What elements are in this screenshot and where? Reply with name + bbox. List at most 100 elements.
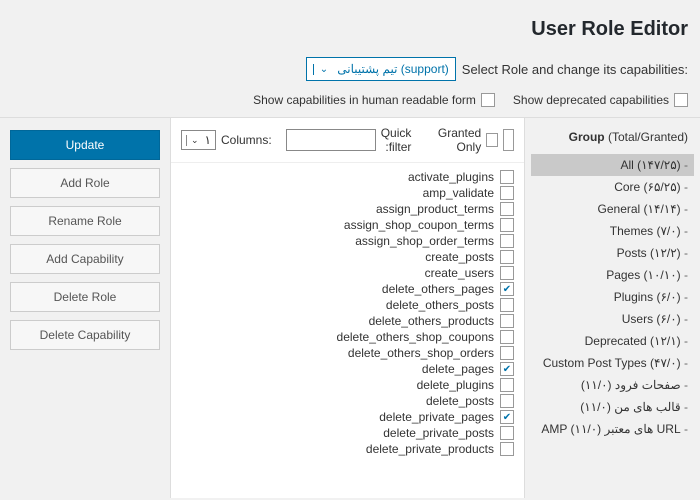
capability-row: delete_others_shop_orders [181,345,514,361]
delete-capability-button[interactable]: Delete Capability [10,320,160,350]
capability-row: create_users [181,265,514,281]
capability-label: delete_others_pages [382,282,494,296]
capability-label: delete_others_shop_coupons [337,330,494,344]
capability-label: delete_posts [426,394,494,408]
quick-filter-input[interactable] [286,129,376,151]
capability-row: create_posts [181,249,514,265]
capability-row: assign_shop_order_terms [181,233,514,249]
group-item[interactable]: Plugins (۶/۰) - [531,286,694,308]
group-item[interactable]: Users (۶/۰) - [531,308,694,330]
capability-checkbox[interactable]: ✔ [500,410,514,424]
page-title: User Role Editor [12,18,688,41]
capability-row: delete_others_posts [181,297,514,313]
capability-checkbox[interactable] [500,266,514,280]
group-item[interactable]: - صفحات فرود (۱۱/۰) [531,374,694,396]
capability-checkbox[interactable] [500,314,514,328]
group-item[interactable]: Themes (۷/۰) - [531,220,694,242]
capability-label: delete_others_posts [386,298,494,312]
group-item[interactable]: General (۱۴/۱۴) - [531,198,694,220]
quick-filter-label: Quick filter: [381,126,412,154]
capability-row: delete_posts [181,393,514,409]
capability-label: assign_shop_order_terms [355,234,494,248]
capability-label: delete_private_posts [383,426,494,440]
select-role-label: :Select Role and change its capabilities [462,62,688,77]
group-item[interactable]: Posts (۱۲/۲) - [531,242,694,264]
granted-only-toggle[interactable]: Granted Only [425,126,514,154]
capability-checkbox[interactable] [500,346,514,360]
capability-checkbox[interactable] [500,394,514,408]
capability-label: assign_product_terms [376,202,494,216]
quick-filter: Quick filter: [286,126,412,154]
capability-row: assign_product_terms [181,201,514,217]
capability-row: delete_private_posts [181,425,514,441]
capability-label: amp_validate [423,186,494,200]
group-list: All (۱۴۷/۲۵) -Core (۶۵/۲۵) -General (۱۴/… [531,154,694,440]
capability-checkbox[interactable] [500,250,514,264]
capability-label: delete_private_pages [379,410,494,424]
group-item[interactable]: Deprecated (۱۲/۱) - [531,330,694,352]
capability-row: delete_plugins [181,377,514,393]
group-item[interactable]: - URL های معتبر AMP (۱۱/۰) [531,418,694,440]
deprecated-label: Show deprecated capabilities [513,93,669,107]
columns-select[interactable]: ⌄ ۱ [181,130,216,150]
capability-row: amp_validate [181,185,514,201]
capability-checkbox[interactable] [500,218,514,232]
capability-checkbox[interactable] [500,234,514,248]
capability-label: delete_private_products [366,442,494,456]
actions-column: Update Add Role Rename Role Add Capabili… [0,118,170,498]
group-item[interactable]: Custom Post Types (۴۷/۰) - [531,352,694,374]
role-select[interactable]: ⌄ تیم پشتیبانی (support) [306,57,456,81]
role-select-row: :Select Role and change its capabilities… [0,51,700,87]
capability-label: create_users [425,266,494,280]
deprecated-checkbox[interactable] [674,93,688,107]
capability-checkbox[interactable] [500,378,514,392]
human-readable-option[interactable]: Show capabilities in human readable form [253,93,495,107]
capability-checkbox[interactable] [500,330,514,344]
content: Group (Total/Granted) All (۱۴۷/۲۵) -Core… [0,118,700,498]
capability-checkbox[interactable]: ✔ [500,282,514,296]
chevron-down-icon: ⌄ [313,64,328,75]
role-select-value: تیم پشتیبانی (support) [337,62,449,76]
capability-row: activate_plugins [181,169,514,185]
deprecated-option[interactable]: Show deprecated capabilities [513,93,688,107]
update-button[interactable]: Update [10,130,160,160]
capability-checkbox[interactable] [500,298,514,312]
page-header: User Role Editor [0,0,700,51]
capability-row: delete_others_pages ✔ [181,281,514,297]
add-role-button[interactable]: Add Role [10,168,160,198]
capability-checkbox[interactable] [500,170,514,184]
capability-label: delete_pages [422,362,494,376]
human-readable-label: Show capabilities in human readable form [253,93,476,107]
capabilities-list: activate_pluginsamp_validate assign_produ… [171,163,524,498]
granted-only-checkbox[interactable] [486,133,497,147]
capability-checkbox[interactable] [500,202,514,216]
capability-checkbox[interactable] [500,426,514,440]
capability-label: delete_others_products [369,314,494,328]
capabilities-column: Granted Only Quick filter: :Columns ⌄ ۱ … [170,118,525,498]
capability-row: delete_others_shop_coupons [181,329,514,345]
capability-checkbox[interactable]: ✔ [500,362,514,376]
granted-only-label: Granted Only [425,126,481,154]
capability-label: delete_plugins [417,378,494,392]
human-readable-checkbox[interactable] [481,93,495,107]
delete-role-button[interactable]: Delete Role [10,282,160,312]
group-item[interactable]: All (۱۴۷/۲۵) - [531,154,694,176]
capability-label: create_posts [425,250,494,264]
capability-checkbox[interactable] [500,442,514,456]
granted-only-tall-checkbox[interactable] [503,129,514,151]
rename-role-button[interactable]: Rename Role [10,206,160,236]
capability-label: delete_others_shop_orders [348,346,494,360]
options-row: Show deprecated capabilities Show capabi… [0,87,700,117]
add-capability-button[interactable]: Add Capability [10,244,160,274]
group-item[interactable]: Core (۶۵/۲۵) - [531,176,694,198]
group-item[interactable]: - قالب های من (۱۱/۰) [531,396,694,418]
capability-row: delete_pages ✔ [181,361,514,377]
filter-row: Granted Only Quick filter: :Columns ⌄ ۱ [171,118,524,163]
columns-control: :Columns ⌄ ۱ [181,130,272,150]
capability-row: assign_shop_coupon_terms [181,217,514,233]
capability-checkbox[interactable] [500,186,514,200]
group-item[interactable]: Pages (۱۰/۱۰) - [531,264,694,286]
capability-row: delete_others_products [181,313,514,329]
columns-value: ۱ [205,133,211,147]
group-header: Group (Total/Granted) [531,126,694,148]
